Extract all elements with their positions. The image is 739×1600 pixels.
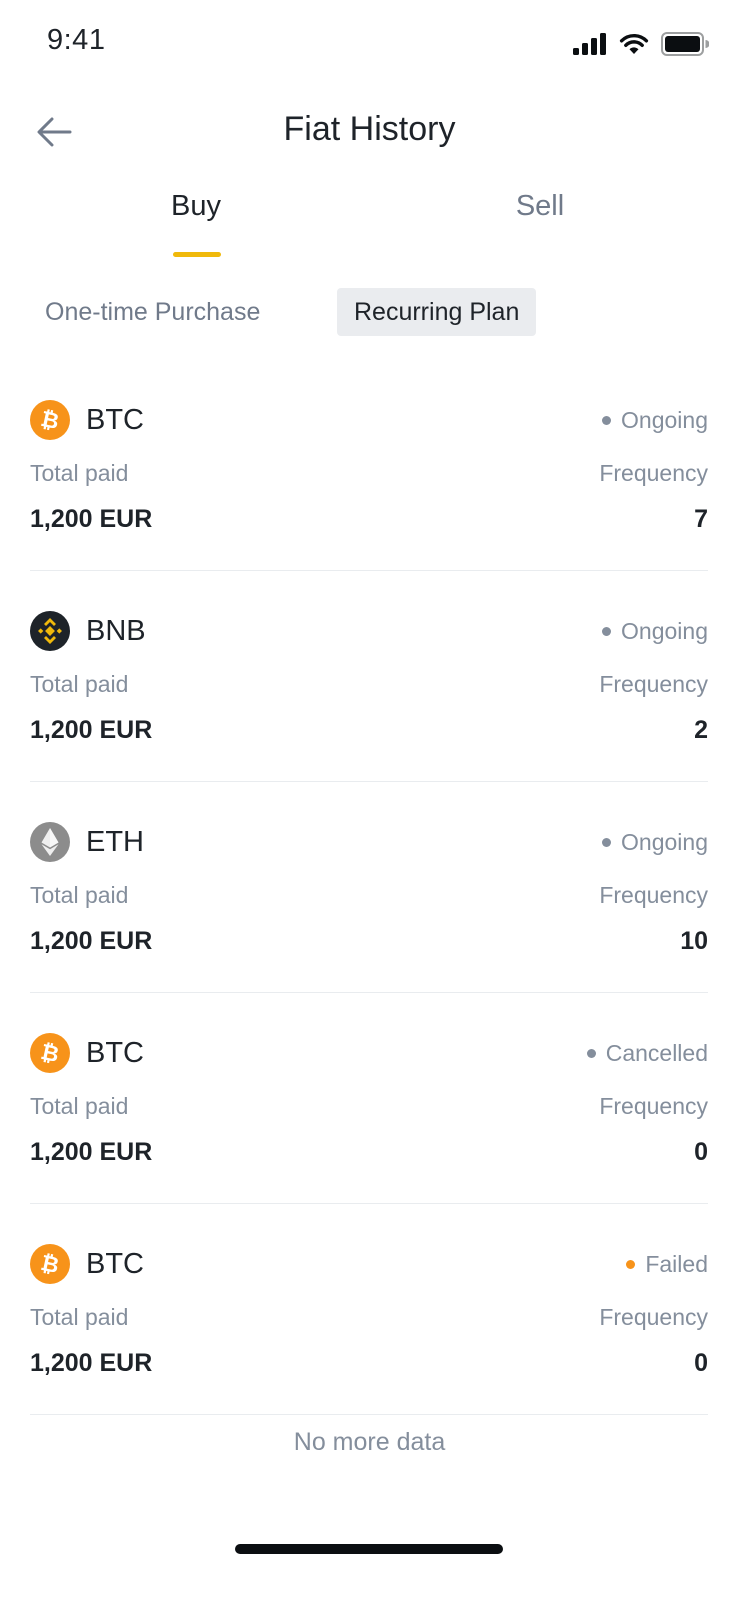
signal-icon: [573, 33, 606, 55]
status-badge: Ongoing: [602, 822, 708, 862]
btc-icon: ₿: [30, 1033, 70, 1073]
tab-sell[interactable]: Sell: [490, 190, 590, 223]
total-paid-value: 1,200 EUR: [30, 505, 153, 533]
frequency-label: Frequency: [599, 1093, 708, 1119]
frequency-value: 0: [694, 1138, 708, 1166]
frequency-value: 2: [694, 716, 708, 744]
no-more-data-text: No more data: [293, 1428, 446, 1456]
plan-item[interactable]: BNB Ongoing Total paid Frequency 1,200 E…: [30, 571, 708, 782]
status-text: Cancelled: [605, 1040, 708, 1066]
plan-item[interactable]: ₿ BTC Failed Total paid Frequency 1,200 …: [30, 1204, 708, 1415]
coin-name: BTC: [86, 404, 144, 436]
status-time: 9:41: [47, 24, 106, 56]
status-icons: [573, 32, 709, 56]
status-text: Failed: [645, 1251, 708, 1277]
total-paid-label: Total paid: [30, 460, 129, 486]
coin-name: BTC: [86, 1248, 144, 1280]
home-indicator[interactable]: [235, 1544, 503, 1554]
status-bar: 9:41: [0, 0, 739, 88]
total-paid-label: Total paid: [30, 671, 129, 697]
status-text: Ongoing: [621, 407, 708, 433]
coin-name: BNB: [86, 615, 146, 647]
tab-bar: Buy Sell: [0, 190, 739, 260]
total-paid-value: 1,200 EUR: [30, 1349, 153, 1377]
frequency-value: 7: [694, 505, 708, 533]
battery-icon: [661, 32, 709, 56]
status-dot: [602, 837, 612, 847]
status-text: Ongoing: [621, 829, 708, 855]
coin-name: BTC: [86, 1037, 144, 1069]
frequency-label: Frequency: [599, 882, 708, 908]
status-dot: [602, 415, 612, 425]
wifi-icon: [619, 33, 649, 54]
total-paid-value: 1,200 EUR: [30, 927, 153, 955]
frequency-label: Frequency: [599, 1304, 708, 1330]
status-text: Ongoing: [621, 618, 708, 644]
total-paid-label: Total paid: [30, 882, 129, 908]
total-paid-value: 1,200 EUR: [30, 716, 153, 744]
status-dot: [602, 626, 612, 636]
tab-buy[interactable]: Buy: [150, 190, 242, 223]
coin-name: ETH: [86, 826, 144, 858]
plan-item[interactable]: ₿ BTC Cancelled Total paid Frequency 1,2…: [30, 993, 708, 1204]
status-dot: [586, 1048, 596, 1058]
status-badge: Ongoing: [602, 400, 708, 440]
btc-icon: ₿: [30, 1244, 70, 1284]
subtab-bar: One-time Purchase Recurring Plan: [0, 288, 739, 338]
frequency-value: 0: [694, 1349, 708, 1377]
active-tab-indicator: [173, 252, 221, 257]
subtab-one-time-purchase[interactable]: One-time Purchase: [45, 288, 260, 336]
btc-icon: ₿: [30, 400, 70, 440]
page-title: Fiat History: [283, 110, 456, 148]
eth-icon: [30, 822, 70, 862]
status-badge: Ongoing: [602, 611, 708, 651]
header: Fiat History: [0, 100, 739, 164]
total-paid-value: 1,200 EUR: [30, 1138, 153, 1166]
total-paid-label: Total paid: [30, 1093, 129, 1119]
subtab-recurring-plan[interactable]: Recurring Plan: [337, 288, 537, 336]
frequency-label: Frequency: [599, 460, 708, 486]
plan-item[interactable]: ETH Ongoing Total paid Frequency 1,200 E…: [30, 782, 708, 993]
status-badge: Failed: [626, 1244, 708, 1284]
frequency-label: Frequency: [599, 671, 708, 697]
frequency-value: 10: [680, 927, 708, 955]
status-dot: [626, 1259, 636, 1269]
plan-item[interactable]: ₿ BTC Ongoing Total paid Frequency 1,200…: [30, 360, 708, 571]
plan-list: ₿ BTC Ongoing Total paid Frequency 1,200…: [30, 360, 708, 1415]
status-badge: Cancelled: [586, 1033, 708, 1073]
total-paid-label: Total paid: [30, 1304, 129, 1330]
bnb-icon: [30, 611, 70, 651]
